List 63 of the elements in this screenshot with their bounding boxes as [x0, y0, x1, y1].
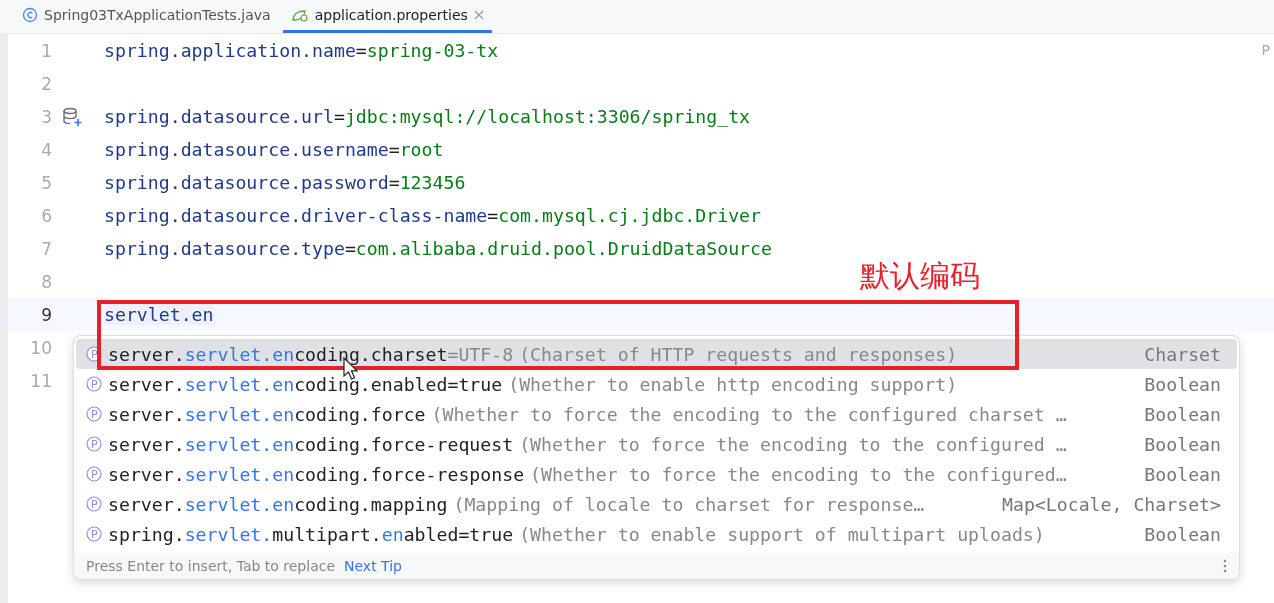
property-type: Map<Locale, Charset>: [1002, 493, 1221, 515]
property-icon: [86, 436, 102, 452]
line-number: 8: [40, 271, 52, 292]
completion-item[interactable]: server.servlet.encoding.force-response (Whether to force the encoding to the configured… Boolean: [76, 459, 1237, 489]
line-number: 7: [40, 238, 52, 259]
more-icon[interactable]: [1223, 559, 1227, 573]
property-name: server.servlet.encoding.force: [108, 403, 426, 425]
property-description: (Charset of HTTP requests and responses): [519, 343, 959, 365]
property-icon: [86, 496, 102, 512]
completion-item[interactable]: server.servlet.encoding.force-request (Whether to force the encoding to the configured … Boolean: [76, 429, 1237, 459]
code-line: spring.datasource.username=root: [104, 139, 444, 160]
code-line: spring.application.name=spring-03-tx: [104, 40, 499, 61]
completion-item[interactable]: server.servlet.encoding.charset=UTF-8 (Charset of HTTP requests and responses) Charset: [76, 339, 1237, 369]
property-icon: [86, 526, 102, 542]
property-icon: [86, 466, 102, 482]
completion-item[interactable]: server.servlet.encoding.force (Whether to force the encoding to the configured charset … Boolean: [76, 399, 1237, 429]
line-number: 10: [29, 337, 52, 358]
line-number: 5: [40, 172, 52, 193]
gutter-letter: P: [1261, 42, 1270, 58]
line-number: 2: [40, 73, 52, 94]
code-line: spring.datasource.url=jdbc:mysql://localhost:3306/spring_tx: [104, 106, 751, 127]
property-type: Boolean: [1144, 463, 1221, 485]
property-name: server.servlet.encoding.force-request: [108, 433, 514, 455]
line-number: 4: [40, 139, 52, 160]
line-number: 11: [29, 370, 52, 391]
property-description: (Whether to force the encoding to the configured charset …: [431, 403, 1068, 425]
code-line: spring.datasource.type=com.alibaba.druid.pool.DruidDataSource: [104, 238, 772, 259]
class-icon: [22, 7, 38, 23]
completion-item[interactable]: spring.servlet.multipart.enabled=true (Whether to enable support of multipart uploads) Boolean: [76, 519, 1237, 549]
property-type: Boolean: [1144, 373, 1221, 395]
leaf-icon: [290, 7, 309, 23]
completion-item[interactable]: server.servlet.encoding.mapping (Mapping of locale to charset for response… Map<Locale, Charset>: [76, 489, 1237, 519]
line-number: 1: [40, 40, 52, 61]
property-icon: [86, 346, 102, 362]
property-name: spring.servlet.multipart.enabled=true: [108, 523, 514, 545]
close-icon[interactable]: [473, 10, 484, 20]
property-description: (Whether to force the encoding to the configured…: [530, 463, 1068, 485]
next-tip-link[interactable]: Next Tip: [344, 558, 402, 574]
code-line: spring.datasource.driver-class-name=com.mysql.cj.jdbc.Driver: [104, 205, 761, 226]
line-number: 9: [40, 304, 52, 325]
editor-tab[interactable]: Spring03TxApplicationTests.java: [14, 0, 279, 33]
property-name: server.servlet.encoding.force-response: [108, 463, 525, 485]
editor-tab[interactable]: application.properties: [282, 0, 492, 33]
hint-text: Press Enter to insert, Tab to replace: [86, 558, 336, 574]
line-number: 6: [40, 205, 52, 226]
property-type: Boolean: [1144, 433, 1221, 455]
property-icon: [86, 406, 102, 422]
property-description: (Whether to enable http encoding support): [508, 373, 959, 395]
property-icon: [86, 376, 102, 392]
property-type: Boolean: [1144, 403, 1221, 425]
property-description: (Mapping of locale to charset for response…: [453, 493, 926, 515]
property-name: server.servlet.encoding.enabled=true: [108, 373, 503, 395]
property-type: Boolean: [1144, 523, 1221, 545]
property-type: Charset: [1144, 343, 1221, 365]
property-description: (Whether to force the encoding to the configured …: [519, 433, 1068, 455]
property-name: server.servlet.encoding.mapping: [108, 493, 448, 515]
property-description: (Whether to enable support of multipart uploads): [519, 523, 1046, 545]
line-number: 3: [40, 106, 52, 127]
property-name: server.servlet.encoding.charset=UTF-8: [108, 343, 514, 365]
annotation-label: 默认编码: [860, 257, 980, 295]
code-line: spring.datasource.password=123456: [104, 172, 466, 193]
completion-item[interactable]: server.servlet.encoding.enabled=true (Whether to enable http encoding support) Boolean: [76, 369, 1237, 399]
database-add-icon[interactable]: [62, 107, 82, 127]
